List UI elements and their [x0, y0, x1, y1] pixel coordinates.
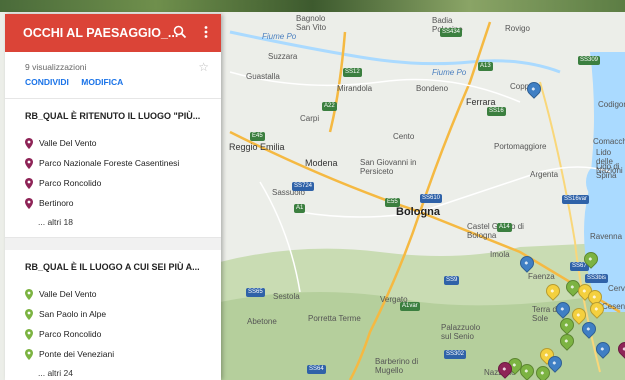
map-pin-icon: [25, 308, 33, 320]
road-shield: SS302: [444, 350, 467, 359]
map-legend-panel: OCCHI AL PAESAGGIO_... 9 visualizzazioni…: [5, 14, 221, 380]
city-label: Modena: [305, 158, 338, 168]
map-meta: 9 visualizzazioni CONDIVIDI MODIFICA ☆: [5, 52, 221, 99]
road-shield: SS434: [440, 28, 463, 37]
list-item-label: Valle Del Vento: [39, 289, 97, 299]
town-label: San Giovanni in Persiceto: [360, 158, 417, 176]
list-item-label: Valle Del Vento: [39, 138, 97, 148]
town-label: Palazzuolo sul Senio: [441, 323, 481, 341]
road-shield: A13: [478, 62, 493, 71]
list-item[interactable]: Parco Roncolido: [25, 324, 221, 344]
road-shield: A14: [497, 223, 512, 232]
town-label: Cervia: [608, 284, 625, 293]
map-pin-icon: [25, 328, 33, 340]
town-label: Carpi: [300, 114, 320, 123]
road-shield: E55: [385, 198, 400, 207]
list-item-label: San Paolo in Alpe: [39, 309, 107, 319]
road-shield: SS724: [292, 182, 315, 191]
road-shield: SS65: [246, 288, 265, 297]
river-label: Fiume Po: [262, 32, 297, 41]
road-shield: SS3bis: [585, 274, 609, 283]
star-icon[interactable]: ☆: [198, 60, 209, 74]
list-item-label: Parco Nazionale Foreste Casentinesi: [39, 158, 180, 168]
town-label: Imola: [490, 250, 510, 259]
more-vert-icon[interactable]: [199, 25, 213, 39]
river-label: Fiume Po: [432, 68, 467, 77]
search-icon[interactable]: [173, 25, 187, 39]
town-label: Suzzara: [268, 52, 298, 61]
city-label: Bologna: [396, 206, 440, 218]
list-item[interactable]: Valle Del Vento: [25, 133, 221, 153]
photo-strip: [0, 0, 625, 12]
road-shield: SS309: [578, 56, 601, 65]
road-shield: SS610: [420, 194, 443, 203]
town-label: Argenta: [530, 170, 559, 179]
town-label: Mirandola: [337, 84, 373, 93]
layer-title[interactable]: RB_QUAL È RITENUTO IL LUOGO "PIÙ...: [25, 111, 221, 121]
town-label: Abetone: [247, 317, 277, 326]
road-shield: SS64: [307, 365, 326, 374]
road-shield: SS16: [487, 107, 506, 116]
panel-header: OCCHI AL PAESAGGIO_...: [5, 14, 221, 52]
map-pin-icon: [25, 197, 33, 209]
more-items-link[interactable]: ... altri 24: [25, 364, 221, 380]
road-shield: A1var: [400, 302, 420, 311]
list-item[interactable]: San Paolo in Alpe: [25, 304, 221, 324]
city-label: Ferrara: [466, 97, 496, 107]
list-item[interactable]: Valle Del Vento: [25, 284, 221, 304]
list-item-label: Bertinoro: [39, 198, 74, 208]
view-count: 9 visualizzazioni: [25, 62, 87, 72]
town-label: Cento: [393, 132, 415, 141]
list-item-label: Parco Roncolido: [39, 178, 102, 188]
list-item-label: Parco Roncolido: [39, 329, 102, 339]
road-shield: SS16var: [562, 195, 590, 204]
map-pin-icon: [25, 137, 33, 149]
town-label: Cesenatico: [602, 302, 625, 311]
town-label: Rovigo: [505, 24, 530, 33]
town-label: Comacchio: [593, 137, 625, 146]
town-label: Codigoro: [598, 100, 625, 109]
road-shield: SS9: [444, 276, 460, 285]
map-pin-icon: [25, 348, 33, 360]
town-label: Bagnolo San Vito: [296, 14, 327, 32]
road-shield: SS12: [343, 68, 362, 77]
more-items-link[interactable]: ... altri 18: [25, 213, 221, 231]
map-pin-icon: [25, 177, 33, 189]
town-label: Guastalla: [246, 72, 280, 81]
share-button[interactable]: CONDIVIDI: [25, 77, 69, 87]
city-label: Reggio Emilia: [229, 142, 285, 152]
town-label: Barberino di Mugello: [375, 357, 419, 375]
map-pin-icon: [25, 157, 33, 169]
town-label: Porretta Terme: [308, 314, 361, 323]
list-item[interactable]: Bertinoro: [25, 193, 221, 213]
edit-button[interactable]: MODIFICA: [81, 77, 123, 87]
town-label: Bondeno: [416, 84, 449, 93]
town-label: Ravenna: [590, 232, 623, 241]
town-label: Lido di Spina: [596, 162, 620, 180]
list-item[interactable]: Ponte dei Veneziani: [25, 344, 221, 364]
list-item-label: Ponte dei Veneziani: [39, 349, 115, 359]
list-item[interactable]: Parco Roncolido: [25, 173, 221, 193]
town-label: Sestola: [273, 292, 300, 301]
layer-title[interactable]: RB_QUAL È IL LUOGO A CUI SEI PIÙ A...: [25, 262, 221, 272]
town-label: Faenza: [528, 272, 555, 281]
list-item[interactable]: Parco Nazionale Foreste Casentinesi: [25, 153, 221, 173]
map-title[interactable]: OCCHI AL PAESAGGIO_...: [23, 26, 178, 40]
road-shield: A22: [322, 102, 337, 111]
town-label: Portomaggiore: [494, 142, 547, 151]
road-shield: A1: [294, 204, 306, 213]
layer-2: RB_QUAL È IL LUOGO A CUI SEI PIÙ A... Va…: [5, 250, 221, 380]
road-shield: E45: [250, 132, 265, 141]
divider: [5, 238, 221, 250]
layer-1: RB_QUAL È RITENUTO IL LUOGO "PIÙ... Vall…: [5, 99, 221, 238]
map-pin-icon: [25, 288, 33, 300]
